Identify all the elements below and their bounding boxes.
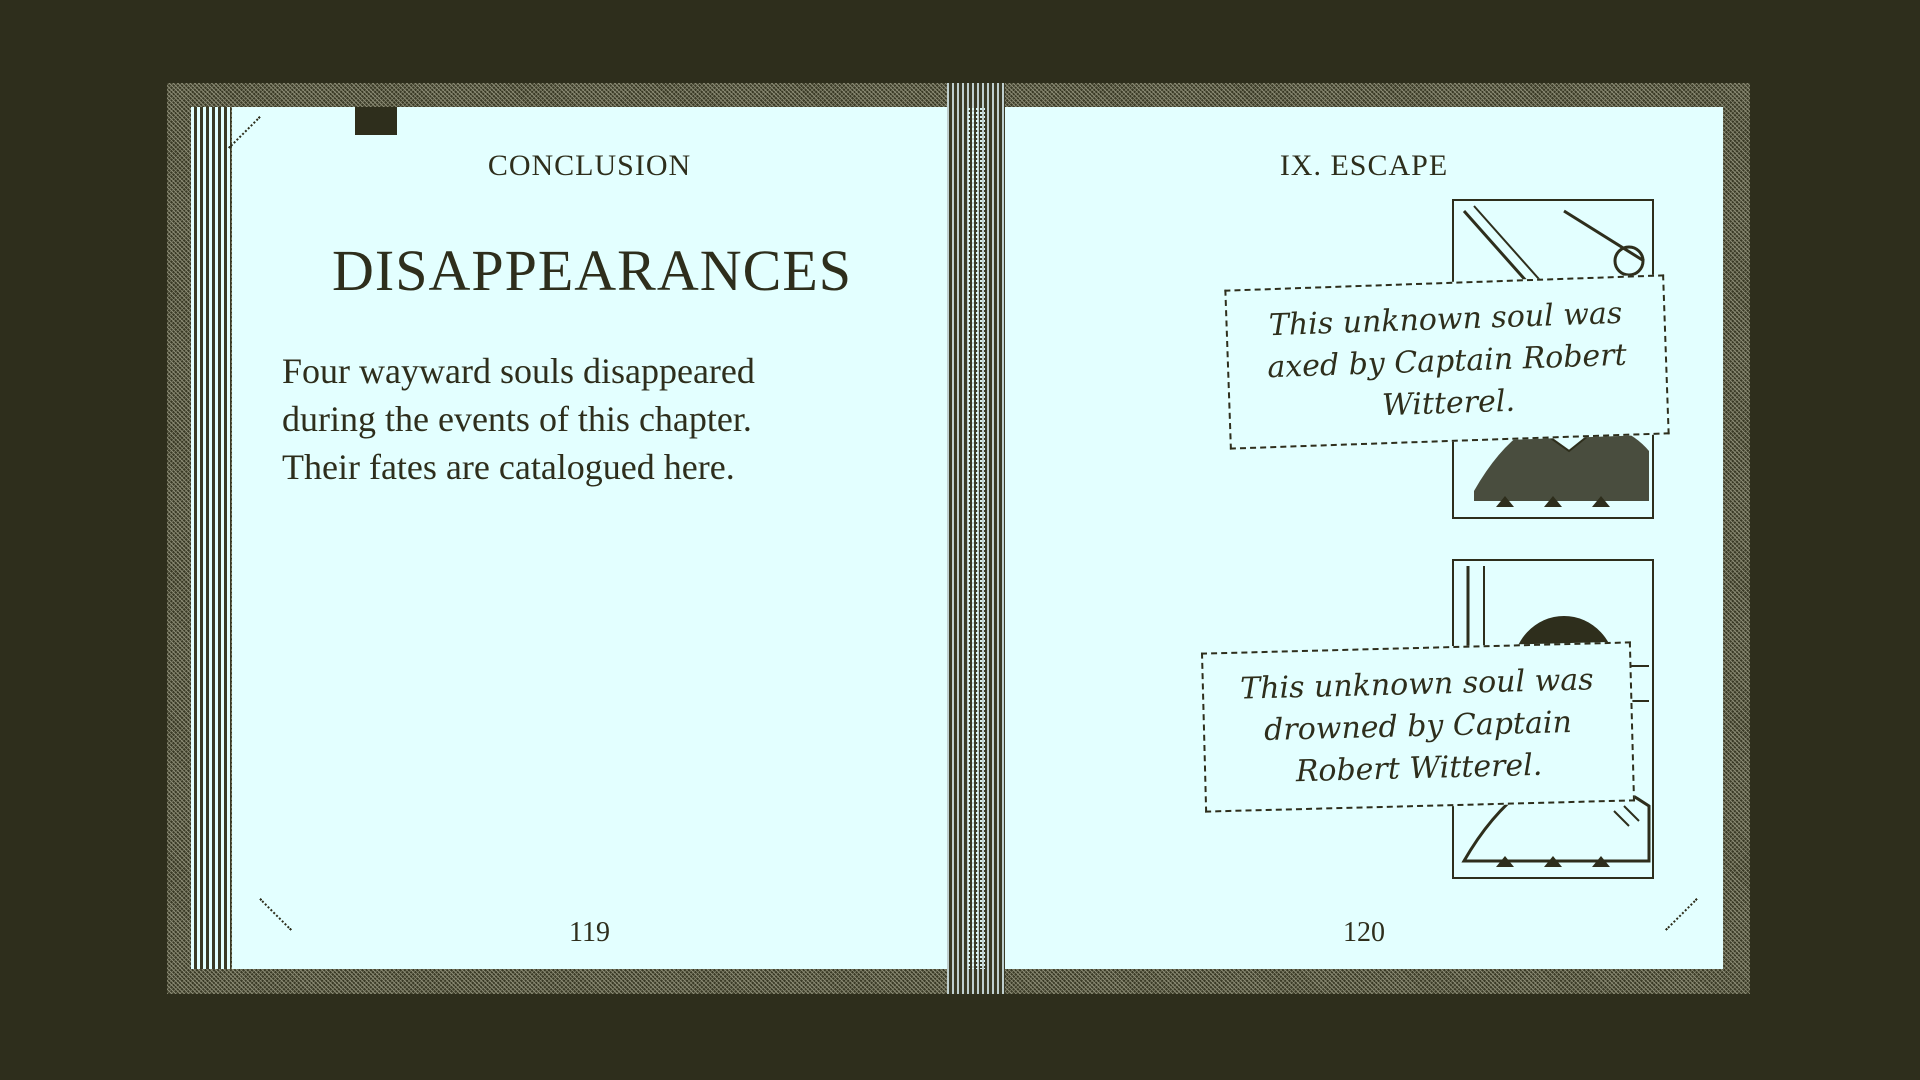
caption-card-2: This unknown soul was drowned by Captain…: [1200, 641, 1636, 813]
bookmark-ribbon[interactable]: [355, 107, 397, 135]
body-line: during the events of this chapter.: [282, 399, 752, 439]
page-number-right: 120: [1343, 917, 1385, 948]
game-screen: CONCLUSION DISAPPEARANCES Four wayward s…: [0, 0, 1920, 1080]
caption-line: Robert Witterel.: [1295, 747, 1543, 790]
portrait-markers: [1454, 496, 1652, 507]
page-number-left: 119: [569, 917, 610, 948]
left-page[interactable]: CONCLUSION DISAPPEARANCES Four wayward s…: [228, 107, 947, 969]
portrait-markers: [1454, 856, 1652, 867]
spine-stitching: [967, 107, 985, 969]
running-head-left: CONCLUSION: [487, 149, 692, 182]
caption-card-1: This unknown soul was axed by Captain Ro…: [1224, 274, 1670, 450]
page-edges: [191, 107, 231, 969]
page-title: DISAPPEARANCES: [332, 238, 852, 303]
body-line: Four wayward souls disappeared: [282, 351, 755, 391]
right-page[interactable]: IX. ESCAPE This unknown soul was axed by…: [1005, 107, 1729, 969]
running-head-right: IX. ESCAPE: [1279, 149, 1449, 182]
body-line: Their fates are catalogued here.: [282, 447, 735, 487]
book: CONCLUSION DISAPPEARANCES Four wayward s…: [167, 83, 1750, 994]
body-text: Four wayward souls disappeared during th…: [282, 347, 882, 491]
